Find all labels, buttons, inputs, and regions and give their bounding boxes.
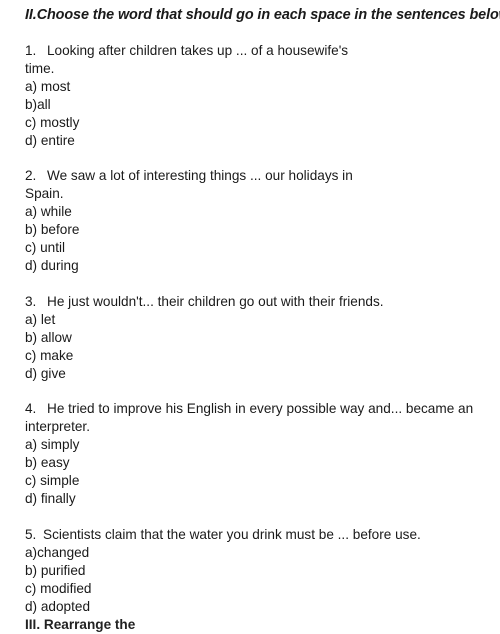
question-number: 3.	[25, 293, 37, 309]
option-a: a)changed	[25, 544, 90, 560]
question-4: 4. He tried to improve his English in eve…	[25, 400, 500, 508]
option-c: c) simple	[25, 473, 80, 488]
option-c: c) make	[25, 347, 74, 363]
question-number: 4.	[25, 401, 37, 416]
question-text: 1. Looking after children takes up ... of…	[25, 42, 365, 78]
question-number: 2.	[25, 168, 37, 183]
worksheet-page: II.Choose the word that should go in eac…	[25, 6, 500, 634]
question-3: 3. He just wouldn't... their children go …	[25, 293, 500, 383]
option-b: b) purified	[25, 562, 86, 578]
option-a: a) while	[25, 204, 72, 219]
question-sentence: He tried to improve his English in every…	[25, 401, 474, 434]
question-text: 4. He tried to improve his English in eve…	[25, 400, 495, 436]
option-d: d) entire	[25, 132, 75, 148]
option-d: d) give	[25, 365, 66, 381]
option-a: a) most	[25, 78, 71, 94]
option-d: d) finally	[25, 491, 76, 506]
question-text: 5. Scientists claim that the water you dr…	[25, 526, 495, 544]
option-b: b) allow	[25, 329, 72, 345]
option-b: b)all	[25, 96, 51, 112]
option-d: d) adopted	[25, 598, 91, 614]
question-sentence: Scientists claim that the water you drin…	[43, 526, 421, 542]
option-c: c) mostly	[25, 114, 80, 130]
option-b: b) before	[25, 222, 80, 237]
question-sentence: We saw a lot of interesting things ... o…	[25, 168, 353, 201]
section-title: II.Choose the word that should go in eac…	[25, 7, 500, 23]
option-b: b) easy	[25, 455, 70, 470]
question-number: 1.	[25, 42, 37, 58]
question-1: 1. Looking after children takes up ... of…	[25, 42, 500, 150]
option-a: a) let	[25, 311, 56, 327]
option-c: c) until	[25, 240, 66, 255]
question-5: 5. Scientists claim that the water you dr…	[25, 526, 500, 616]
next-section-heading: III. Rearrange the	[25, 616, 136, 632]
question-text: 2. We saw a lot of interesting things ...…	[25, 167, 365, 203]
question-sentence: Looking after children takes up ... of a…	[25, 42, 349, 76]
option-d: d) during	[25, 258, 79, 273]
option-a: a) simply	[25, 437, 80, 452]
question-2: 2. We saw a lot of interesting things ...…	[25, 167, 500, 275]
question-text: 3. He just wouldn't... their children go …	[25, 293, 495, 311]
option-c: c) modified	[25, 580, 92, 596]
question-sentence: He just wouldn't... their children go ou…	[47, 293, 384, 309]
question-number: 5.	[25, 526, 37, 542]
